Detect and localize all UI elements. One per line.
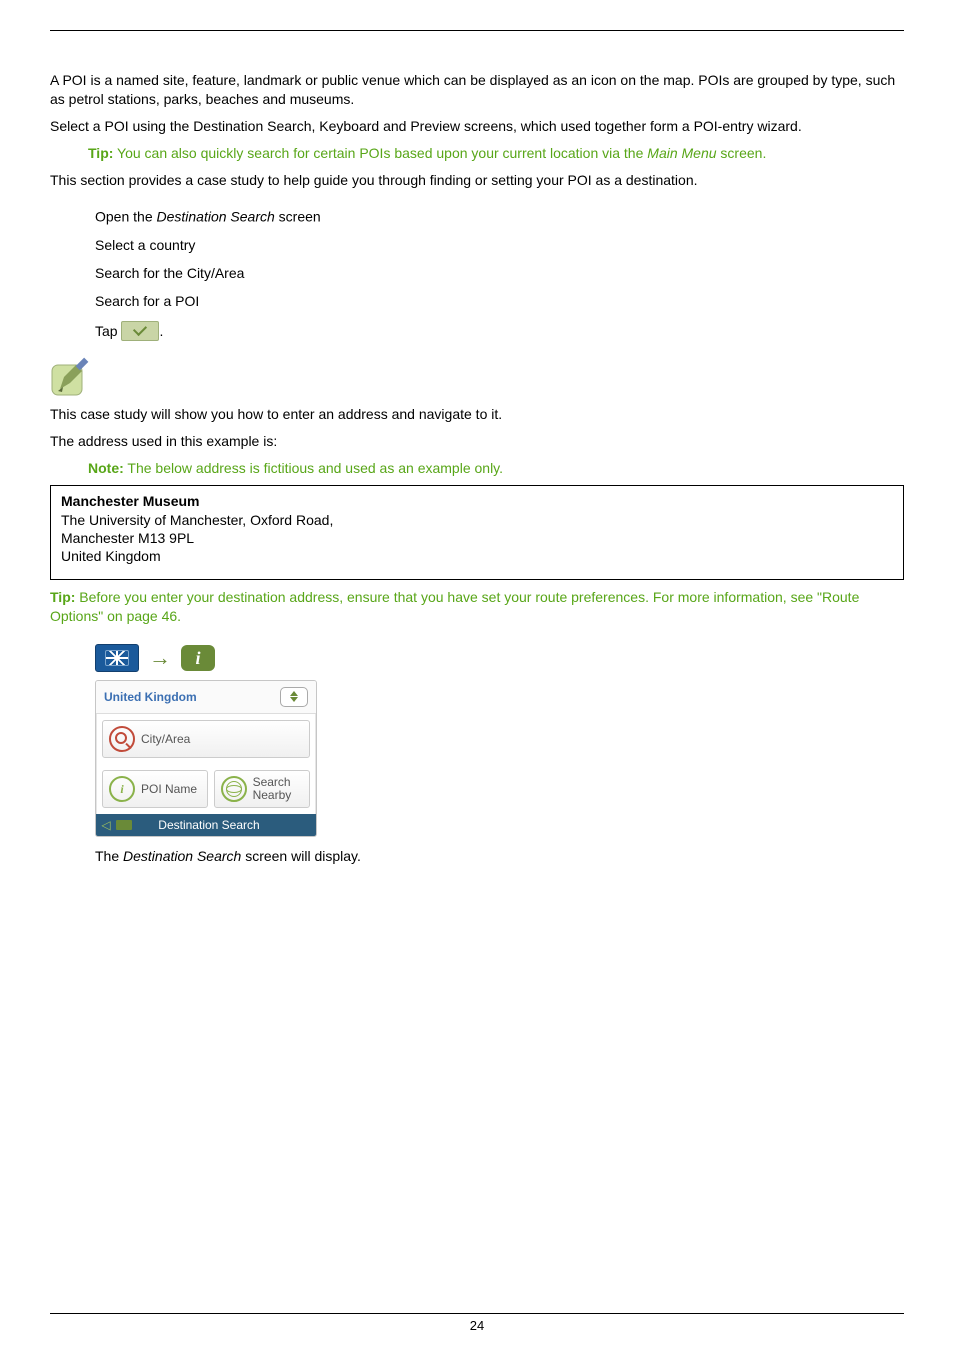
tip-line: Tip: You can also quickly search for cer… — [88, 144, 904, 163]
top-rule — [50, 30, 904, 31]
tip-label: Tip: — [50, 589, 75, 605]
panel-title: Destination Search — [138, 818, 316, 832]
paragraph: This case study will show you how to ent… — [50, 405, 904, 424]
note-label: Note: — [88, 460, 124, 476]
example-city: Manchester M13 9PL — [61, 529, 893, 547]
button-label: POI Name — [141, 782, 197, 796]
tip-line-2: Tip: Before you enter your destination a… — [50, 588, 904, 626]
magnifier-icon — [109, 726, 135, 752]
panel-footer: ◁ Destination Search — [96, 814, 316, 836]
document-page: A POI is a named site, feature, landmark… — [0, 0, 954, 1355]
step-line: Select a country — [95, 237, 904, 253]
step-text: Tap — [95, 323, 121, 339]
step-line: Tap . — [95, 321, 904, 341]
caption-em: Destination Search — [123, 848, 241, 864]
paragraph: This section provides a case study to he… — [50, 171, 904, 190]
paragraph: Select a POI using the Destination Searc… — [50, 117, 904, 136]
step-line: Open the Destination Search screen — [95, 207, 904, 224]
info-icon — [109, 776, 135, 802]
confirm-check-icon — [121, 321, 159, 341]
step-line: Search for the City/Area — [95, 265, 904, 281]
step-period: . — [159, 323, 163, 339]
example-address-box: Manchester Museum The University of Manc… — [50, 485, 904, 580]
step-text-em: Destination Search — [157, 209, 275, 225]
tip-text: You can also quickly search for certain … — [117, 145, 647, 161]
example-country: United Kingdom — [61, 547, 893, 565]
city-area-button[interactable]: City/Area — [102, 720, 310, 758]
panel-header: United Kingdom — [96, 681, 316, 714]
info-chip-icon: i — [181, 645, 215, 671]
pencil-icon — [50, 353, 904, 397]
page-number: 24 — [470, 1318, 484, 1333]
poi-name-button[interactable]: POI Name — [102, 770, 208, 808]
example-street: The University of Manchester, Oxford Roa… — [61, 511, 893, 529]
tip-text-italic: Main Menu — [647, 145, 716, 161]
panel-row: POI Name Search Nearby — [96, 764, 316, 814]
caption-text: The — [95, 848, 123, 864]
quick-steps: Open the Destination Search screen Selec… — [95, 207, 904, 340]
tip-text: Before you enter your destination addres… — [50, 589, 859, 624]
arrow-right-icon: → — [149, 645, 171, 671]
page-footer: 24 — [50, 1313, 904, 1333]
note-line: Note: The below address is fictitious an… — [88, 459, 904, 478]
nav-breadcrumb: → i — [95, 644, 904, 672]
step-text: screen — [275, 209, 321, 225]
progress-segment-icon — [116, 820, 132, 830]
caption-text: screen will display. — [241, 848, 361, 864]
button-label: City/Area — [141, 732, 190, 746]
step1-block: → i United Kingdom City/Area PO — [95, 644, 904, 866]
step-line: Search for a POI — [95, 293, 904, 309]
map-flag-icon — [95, 644, 139, 672]
tip-label: Tip: — [88, 145, 113, 161]
example-poi: Manchester Museum — [61, 492, 893, 510]
button-label: Search Nearby — [253, 776, 292, 802]
step-text: Open the — [95, 209, 157, 225]
destination-search-panel: United Kingdom City/Area POI Name — [95, 680, 317, 837]
tip-text: screen. — [717, 145, 767, 161]
toggle-updown-icon[interactable] — [280, 687, 308, 707]
country-label[interactable]: United Kingdom — [104, 690, 197, 704]
paragraph: A POI is a named site, feature, landmark… — [50, 71, 904, 109]
note-text: The below address is fictitious and used… — [127, 460, 503, 476]
panel-row: City/Area — [96, 714, 316, 764]
paragraph: The address used in this example is: — [50, 432, 904, 451]
globe-icon — [221, 776, 247, 802]
back-icon[interactable]: ◁ — [96, 818, 116, 832]
search-nearby-button[interactable]: Search Nearby — [214, 770, 310, 808]
caption-line: The Destination Search screen will displ… — [95, 847, 904, 866]
